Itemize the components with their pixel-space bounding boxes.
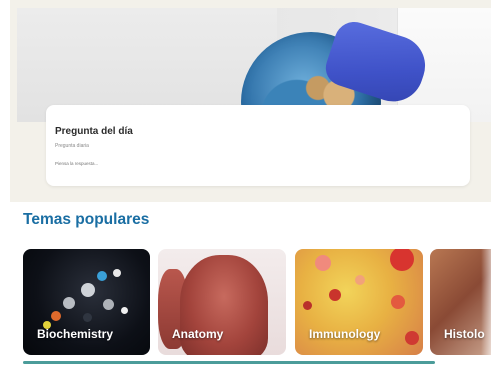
cell-blob (391, 295, 405, 309)
cell-blob (390, 249, 414, 271)
molecule-atom (81, 283, 95, 297)
daily-question-title: Pregunta del día (55, 126, 133, 137)
carousel-scroll-indicator[interactable] (23, 361, 435, 364)
molecule-atom (121, 307, 128, 314)
cell-blob (315, 255, 331, 271)
molecule-atom (103, 299, 114, 310)
left-rail (0, 0, 10, 366)
cell-blob (303, 301, 312, 310)
topic-label: Anatomy (172, 327, 224, 341)
topic-label: Immunology (309, 327, 381, 341)
daily-question-subtitle: Pregunta diaria (55, 143, 89, 149)
cell-blob (405, 331, 419, 345)
cell-blob (355, 275, 365, 285)
topic-label: Histolo (444, 327, 485, 341)
topic-card-anatomy[interactable]: Anatomy (158, 249, 286, 355)
molecule-atom (97, 271, 107, 281)
molecule-atom (63, 297, 75, 309)
popular-topics-heading: Temas populares (23, 211, 150, 228)
molecule-atom (83, 313, 92, 322)
topic-label: Biochemistry (37, 327, 114, 341)
popular-topics-section: Temas populares Biochemistry Anatomy Imm… (10, 202, 491, 366)
topic-card-immunology[interactable]: Immunology (295, 249, 423, 355)
molecule-atom (113, 269, 121, 277)
daily-question-hint: Piensa la respuesta... (55, 161, 99, 166)
carousel-fade (481, 249, 491, 355)
molecule-atom (51, 311, 61, 321)
daily-question-card[interactable]: Pregunta del día Pregunta diaria Piensa … (46, 105, 470, 186)
topic-card-biochemistry[interactable]: Biochemistry (23, 249, 150, 355)
cell-blob (329, 289, 341, 301)
